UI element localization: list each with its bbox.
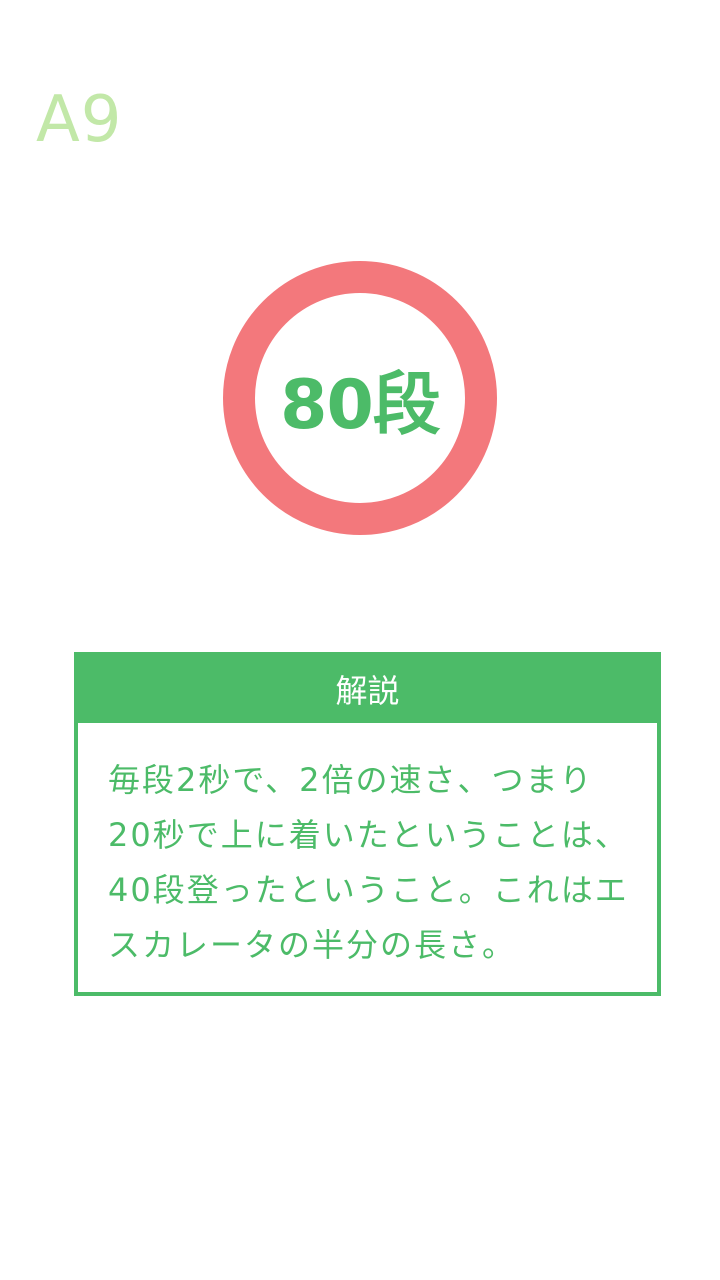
explanation-line: スカレータの半分の長さ。	[108, 926, 517, 964]
explanation-line: 40段登ったということ。これはエ	[108, 871, 629, 909]
explanation-box: 解説 毎段2秒で、2倍の速さ、つまり 20秒で上に着いたということは、 40段登…	[74, 652, 661, 996]
question-number: A9	[36, 83, 123, 157]
answer-text: 80段	[280, 365, 441, 445]
explanation-line: 毎段2秒で、2倍の速さ、つまり	[108, 761, 594, 799]
explanation-line: 20秒で上に着いたということは、	[108, 816, 629, 854]
explanation-header: 解説	[77, 655, 658, 723]
explanation-body: 毎段2秒で、2倍の速さ、つまり 20秒で上に着いたということは、 40段登ったと…	[78, 723, 657, 973]
explanation-title: 解説	[335, 672, 400, 710]
answer-circle: 80段	[223, 261, 497, 535]
